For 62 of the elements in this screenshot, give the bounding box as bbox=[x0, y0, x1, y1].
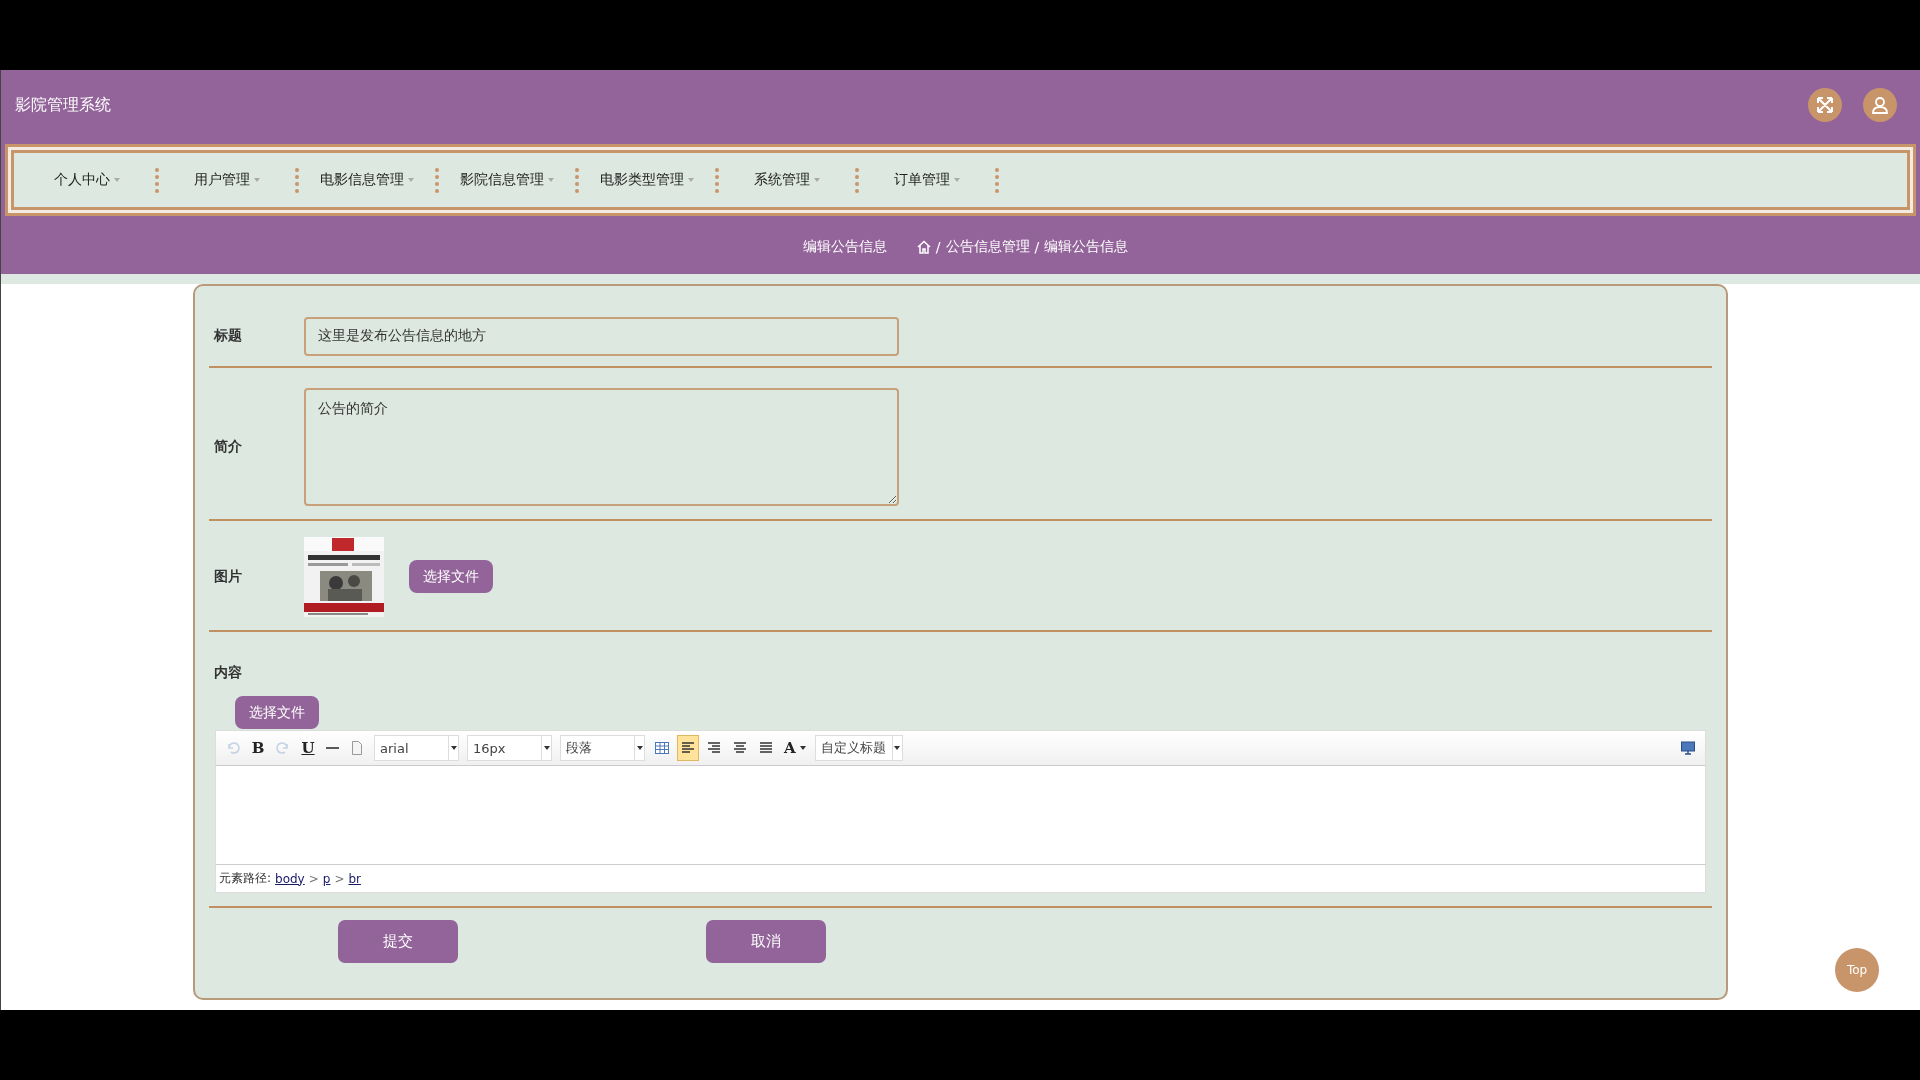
dotted-separator-icon bbox=[854, 167, 860, 193]
path-separator: > bbox=[308, 871, 319, 886]
title-input[interactable]: 这里是发布公告信息的地方 bbox=[304, 316, 899, 356]
field-label: 图片 bbox=[213, 567, 243, 586]
breadcrumb-separator: / bbox=[935, 239, 941, 255]
caret-icon bbox=[408, 178, 414, 182]
dotted-separator-icon bbox=[294, 167, 300, 193]
nav-menu-item[interactable]: 订单管理 bbox=[860, 171, 994, 189]
toolbar-dropdown[interactable]: 自定义标题 bbox=[814, 735, 903, 761]
nav-menu-item[interactable]: 个人中心 bbox=[20, 171, 154, 189]
breadcrumb-separator: / bbox=[1034, 239, 1040, 255]
page-icon bbox=[349, 740, 365, 756]
nav-menu-item[interactable]: 电影信息管理 bbox=[300, 171, 434, 189]
path-label: 元素路径: bbox=[219, 870, 272, 887]
element-path-link[interactable]: p bbox=[322, 871, 331, 886]
caret-icon bbox=[548, 178, 554, 182]
underline-button[interactable]: U bbox=[298, 735, 318, 761]
nav-menu-item[interactable]: 影院信息管理 bbox=[440, 171, 574, 189]
dotted-separator-icon bbox=[154, 167, 160, 193]
caret-icon bbox=[954, 178, 960, 182]
dotted-separator-icon bbox=[714, 167, 720, 193]
breadcrumb-item[interactable]: 公告信息管理 bbox=[945, 238, 1030, 256]
choose-file-button[interactable]: 选择文件 bbox=[235, 696, 319, 729]
caret-icon bbox=[814, 178, 820, 182]
align-center-icon bbox=[732, 740, 748, 756]
app-title: 影院管理系统 bbox=[15, 94, 112, 116]
page-title: 编辑公告信息 bbox=[802, 238, 887, 256]
element-path-link[interactable]: body bbox=[275, 871, 305, 886]
undo-icon bbox=[225, 740, 241, 756]
nav-menu-item[interactable]: 用户管理 bbox=[160, 171, 294, 189]
redo-icon bbox=[275, 740, 291, 756]
path-separator: > bbox=[334, 871, 345, 886]
dotted-separator-icon bbox=[994, 167, 1000, 193]
element-path-link[interactable]: br bbox=[348, 871, 362, 886]
justify-icon bbox=[758, 740, 774, 756]
align-right-icon bbox=[706, 740, 722, 756]
nav-menu-item[interactable]: 系统管理 bbox=[720, 171, 854, 189]
font-color-button[interactable]: A bbox=[781, 735, 809, 761]
dotted-separator-icon bbox=[574, 167, 580, 193]
cancel-button[interactable]: 取消 bbox=[706, 920, 826, 963]
choose-file-button[interactable]: 选择文件 bbox=[409, 560, 493, 593]
home-icon[interactable] bbox=[916, 240, 931, 254]
caret-icon bbox=[114, 178, 120, 182]
field-label: 内容 bbox=[213, 664, 243, 682]
dotted-separator-icon bbox=[434, 167, 440, 193]
submit-button[interactable]: 提交 bbox=[338, 920, 458, 963]
monitor-icon bbox=[1680, 740, 1696, 756]
field-label: 简介 bbox=[213, 437, 243, 456]
horizontal-rule-icon bbox=[325, 747, 339, 749]
caret-icon bbox=[688, 178, 694, 182]
toolbar-dropdown[interactable]: 段落 bbox=[560, 735, 645, 761]
field-label: 标题 bbox=[213, 327, 243, 345]
bold-button[interactable]: B bbox=[248, 735, 268, 761]
nav-menu-item[interactable]: 电影类型管理 bbox=[580, 171, 714, 189]
caret-icon bbox=[254, 178, 260, 182]
toolbar-dropdown[interactable]: arial bbox=[374, 735, 459, 761]
summary-textarea[interactable]: 公告的简介 bbox=[304, 387, 899, 506]
toolbar-dropdown[interactable]: 16px bbox=[467, 735, 552, 761]
breadcrumb-item: 编辑公告信息 bbox=[1044, 238, 1129, 256]
table-icon bbox=[654, 740, 670, 756]
align-left-button[interactable] bbox=[677, 735, 699, 761]
align-left-icon bbox=[680, 740, 696, 756]
